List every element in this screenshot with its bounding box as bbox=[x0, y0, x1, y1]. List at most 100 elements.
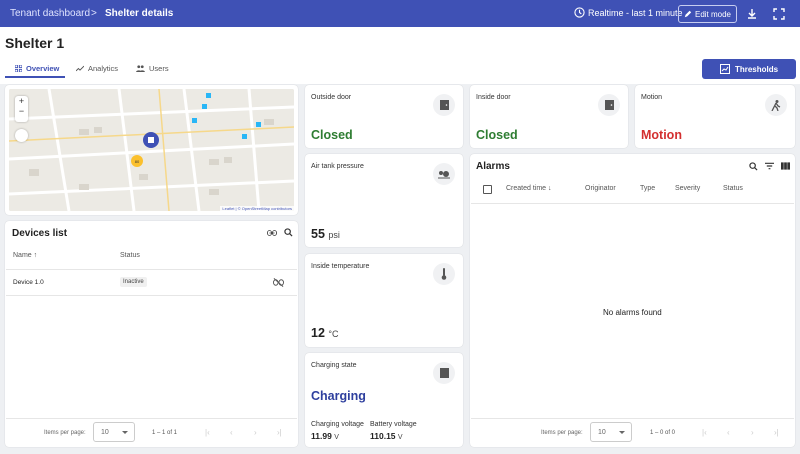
tab-analytics-label: Analytics bbox=[88, 64, 119, 73]
items-per-page-label: Items per page: bbox=[44, 430, 86, 436]
device-name[interactable]: Device 1.0 bbox=[13, 279, 44, 286]
tab-users-label: Users bbox=[149, 64, 169, 73]
timewindow-button[interactable]: Realtime - last 1 minute bbox=[574, 7, 683, 18]
dashboard-header bbox=[0, 27, 800, 84]
thresholds-icon bbox=[719, 64, 730, 74]
battery-voltage-label: Battery voltage bbox=[370, 421, 417, 428]
alarms-card bbox=[470, 154, 795, 447]
clock-icon bbox=[574, 7, 585, 18]
map-attribution[interactable]: Leaflet | © OpenStreetMap contributors bbox=[220, 206, 294, 211]
zoom-in-button[interactable]: + bbox=[15, 96, 28, 106]
devices-list-title: Devices list bbox=[12, 228, 68, 239]
no-alarms-message: No alarms found bbox=[603, 308, 662, 317]
inside-temperature-card: Inside temperature 12 °C bbox=[305, 254, 463, 347]
tab-analytics[interactable]: Analytics bbox=[76, 64, 118, 73]
inside-temperature-unit: °C bbox=[328, 329, 339, 339]
charging-voltage-number: 11.99 bbox=[311, 431, 332, 441]
map-streets: 80 bbox=[9, 89, 294, 211]
pencil-icon bbox=[684, 10, 692, 18]
next-page-icon[interactable]: › bbox=[254, 428, 257, 437]
battery-icon bbox=[433, 362, 455, 384]
search-icon[interactable] bbox=[284, 228, 293, 237]
inside-door-value: Closed bbox=[476, 128, 518, 142]
air-tank-pressure-label: Air tank pressure bbox=[311, 163, 364, 170]
edit-mode-label: Edit mode bbox=[694, 9, 732, 19]
zoom-out-button[interactable]: − bbox=[15, 106, 28, 116]
map-zoom-control[interactable]: + − bbox=[15, 96, 28, 122]
download-icon[interactable] bbox=[746, 8, 758, 20]
pagination-range: 1 – 0 of 0 bbox=[650, 430, 676, 436]
last-page-icon[interactable]: ›| bbox=[277, 428, 282, 437]
fullscreen-icon[interactable] bbox=[773, 8, 785, 20]
charging-voltage-value: 11.99 V bbox=[311, 431, 339, 441]
filter-icon[interactable] bbox=[765, 162, 774, 170]
charging-voltage-label: Charging voltage bbox=[311, 421, 364, 428]
breadcrumb-separator: > bbox=[91, 8, 97, 19]
last-page-icon[interactable]: ›| bbox=[774, 428, 779, 437]
items-per-page-select[interactable]: 10 bbox=[590, 422, 632, 442]
outside-door-value: Closed bbox=[311, 128, 353, 142]
select-all-checkbox[interactable] bbox=[483, 185, 492, 194]
devices-column-name[interactable]: Name ↑ bbox=[13, 252, 37, 259]
active-tab-indicator bbox=[5, 76, 65, 78]
air-tank-pressure-number: 55 bbox=[311, 227, 325, 241]
air-tank-pressure-card: Air tank pressure 55 psi bbox=[305, 154, 463, 247]
tab-overview-label: Overview bbox=[26, 64, 60, 73]
thermometer-icon bbox=[433, 263, 455, 285]
edit-mode-button[interactable]: Edit mode bbox=[678, 5, 737, 23]
devices-column-status[interactable]: Status bbox=[120, 252, 140, 259]
air-tank-icon bbox=[433, 163, 455, 185]
charging-state-label: Charging state bbox=[311, 362, 357, 369]
items-per-page-label: Items per page: bbox=[541, 430, 583, 436]
trend-icon bbox=[76, 65, 84, 72]
inside-door-label: Inside door bbox=[476, 94, 511, 101]
first-page-icon[interactable]: |‹ bbox=[205, 428, 210, 437]
alarms-column-originator[interactable]: Originator bbox=[585, 185, 616, 192]
alarms-column-status[interactable]: Status bbox=[723, 185, 743, 192]
top-bar: Tenant dashboard > Shelter details Realt… bbox=[0, 0, 800, 27]
alarms-column-severity[interactable]: Severity bbox=[675, 185, 700, 192]
motion-card: Motion Motion bbox=[635, 85, 795, 148]
first-page-icon[interactable]: |‹ bbox=[702, 428, 707, 437]
unlink-icon[interactable] bbox=[273, 278, 284, 287]
pagination-range: 1 – 1 of 1 bbox=[152, 430, 178, 436]
alarms-title: Alarms bbox=[476, 161, 510, 172]
charging-voltage-unit: V bbox=[334, 434, 339, 441]
alarms-column-created-time-label: Created time bbox=[506, 185, 547, 192]
alarms-column-type[interactable]: Type bbox=[640, 185, 655, 192]
items-per-page-select[interactable]: 10 bbox=[93, 422, 135, 442]
next-page-icon[interactable]: › bbox=[751, 428, 754, 437]
thresholds-button[interactable]: Thresholds bbox=[702, 59, 796, 79]
inside-door-card: Inside door Closed bbox=[470, 85, 628, 148]
breadcrumb-current: Shelter details bbox=[105, 8, 174, 19]
tab-overview[interactable]: Overview bbox=[15, 64, 59, 73]
inside-temperature-value: 12 °C bbox=[311, 326, 339, 340]
sort-arrow-down-icon: ↓ bbox=[548, 185, 552, 192]
battery-voltage-value: 110.15 V bbox=[370, 431, 403, 441]
alarms-column-created-time[interactable]: Created time ↓ bbox=[506, 185, 552, 192]
layers-icon[interactable] bbox=[15, 129, 28, 142]
users-icon bbox=[136, 65, 145, 72]
timewindow-label: Realtime - last 1 minute bbox=[588, 7, 683, 18]
inside-temperature-label: Inside temperature bbox=[311, 263, 370, 270]
columns-icon[interactable] bbox=[781, 162, 790, 170]
prev-page-icon[interactable]: ‹ bbox=[230, 428, 233, 437]
map-view[interactable]: 80 + − Leaflet | © OpenStreetMap contrib… bbox=[9, 89, 294, 211]
divider bbox=[6, 418, 297, 419]
divider bbox=[471, 203, 794, 204]
search-icon[interactable] bbox=[749, 162, 758, 171]
breadcrumb-tenant-dashboard[interactable]: Tenant dashboard bbox=[10, 8, 90, 19]
link-icon[interactable] bbox=[267, 229, 277, 237]
walking-person-icon bbox=[765, 94, 787, 116]
svg-text:80: 80 bbox=[135, 159, 140, 164]
prev-page-icon[interactable]: ‹ bbox=[727, 428, 730, 437]
devices-column-name-label: Name bbox=[13, 252, 32, 259]
tab-users[interactable]: Users bbox=[136, 64, 169, 73]
divider bbox=[6, 295, 297, 296]
page-title: Shelter 1 bbox=[5, 35, 65, 51]
grid-icon bbox=[15, 65, 22, 72]
air-tank-pressure-value: 55 psi bbox=[311, 227, 340, 241]
device-status-badge: Inactive bbox=[120, 277, 147, 287]
charging-state-card: Charging state Charging Charging voltage… bbox=[305, 353, 463, 447]
thresholds-label: Thresholds bbox=[734, 64, 779, 74]
